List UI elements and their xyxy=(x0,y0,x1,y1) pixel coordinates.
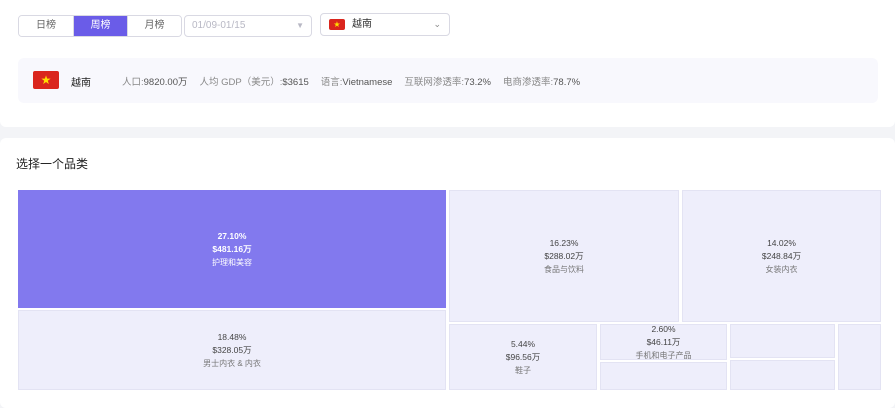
category-card: 选择一个品类 27.10% $481.16万 护理和美容 16.23% $288.02… xyxy=(0,138,895,408)
tab-daily[interactable]: 日榜 xyxy=(19,16,73,36)
date-range-picker[interactable]: 01/09-01/15 ▼ xyxy=(184,15,312,37)
chevron-down-icon: ▼ xyxy=(296,21,304,30)
country-select[interactable]: ★ 越南 ⌄ xyxy=(320,13,450,36)
stat-ecommerce-penetration: 电商渗透率:78.7% xyxy=(503,77,581,88)
country-info-panel: ★ 越南 人口:9820.00万 人均 GDP（美元）:$3615 语言:Vie… xyxy=(18,58,878,103)
tab-weekly[interactable]: 周榜 xyxy=(73,16,127,36)
category-tile[interactable]: 5.44% $96.56万 鞋子 xyxy=(449,324,597,390)
category-tile[interactable]: 16.23% $288.02万 食品与饮料 xyxy=(449,190,679,322)
country-stats: 人口:9820.00万 人均 GDP（美元）:$3615 语言:Vietname… xyxy=(122,74,592,88)
category-tile[interactable] xyxy=(600,362,727,390)
category-tile[interactable]: 2.60% $46.11万 手机和电子产品 xyxy=(600,324,727,360)
category-tile[interactable] xyxy=(730,360,835,390)
category-tile[interactable]: 18.48% $328.05万 男士内衣 & 内衣 xyxy=(18,310,446,390)
stat-gdp: 人均 GDP（美元）:$3615 xyxy=(199,77,309,88)
category-tile[interactable] xyxy=(838,324,881,390)
vietnam-flag-icon: ★ xyxy=(33,71,59,89)
stat-internet-penetration: 互联网渗透率:73.2% xyxy=(404,77,491,88)
stat-population: 人口:9820.00万 xyxy=(122,77,188,88)
vietnam-flag-icon: ★ xyxy=(329,19,345,30)
period-tabs: 日榜 周榜 月榜 xyxy=(18,15,182,37)
category-tile[interactable]: 27.10% $481.16万 护理和美容 xyxy=(18,190,446,308)
category-tile[interactable] xyxy=(730,324,835,358)
tab-monthly[interactable]: 月榜 xyxy=(127,16,181,36)
filter-card: 日榜 周榜 月榜 01/09-01/15 ▼ ★ 越南 ⌄ ★ 越南 人口:98… xyxy=(0,0,895,127)
date-range-placeholder: 01/09-01/15 xyxy=(192,20,246,31)
section-title: 选择一个品类 xyxy=(16,157,89,171)
chevron-down-icon: ⌄ xyxy=(433,19,441,29)
country-select-value: 越南 xyxy=(352,19,372,30)
category-tile[interactable]: 14.02% $248.84万 女装内衣 xyxy=(682,190,881,322)
country-name: 越南 xyxy=(71,78,91,89)
stat-language: 语言:Vietnamese xyxy=(320,77,393,88)
